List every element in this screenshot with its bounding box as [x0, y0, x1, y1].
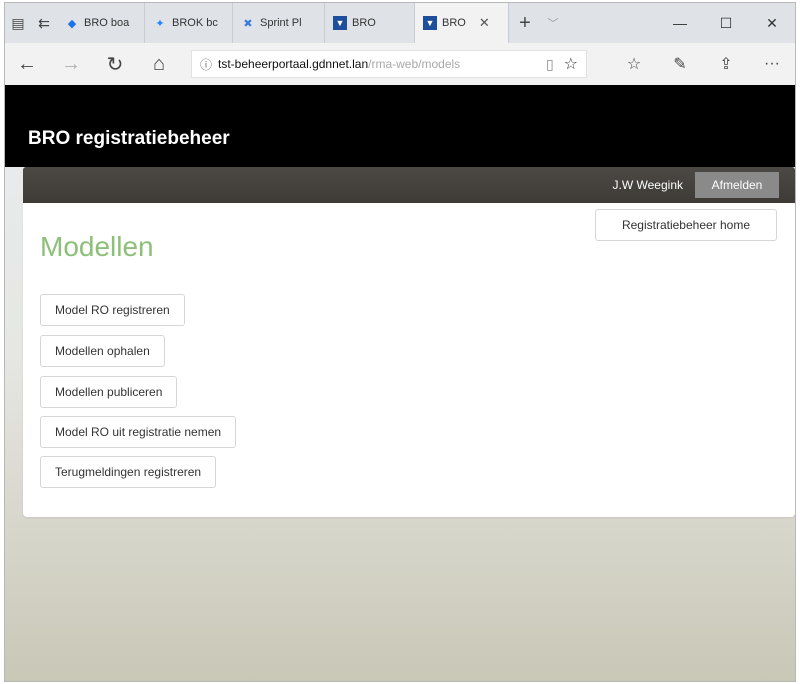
tab-bro-boa[interactable]: ◆ BRO boa: [57, 3, 145, 43]
tab-bro[interactable]: ▼ BRO: [325, 3, 415, 43]
maximize-icon[interactable]: ☐: [703, 3, 749, 43]
jira-icon: ✦: [155, 17, 165, 30]
more-options-icon[interactable]: ···: [749, 43, 795, 85]
favorites-hub-icon[interactable]: ☆: [611, 43, 657, 85]
page-viewport: BRO registratiebeheer J.W Weegink Afmeld…: [5, 85, 795, 681]
registratiebeheer-home-button[interactable]: Registratiebeheer home: [595, 209, 777, 241]
tab-label: Sprint Pl: [260, 17, 302, 29]
close-window-icon[interactable]: ✕: [749, 3, 795, 43]
address-bar[interactable]: ⓘ tst-beheerportaal.gdnnet.lan /rma-web/…: [191, 50, 587, 78]
info-icon[interactable]: ⓘ: [200, 56, 212, 73]
favorite-star-icon[interactable]: ☆: [564, 54, 578, 74]
model-ro-uit-registratie-button[interactable]: Model RO uit registratie nemen: [40, 416, 237, 448]
content-panel: Registratiebeheer home Modellen Model RO…: [23, 203, 795, 517]
blue-diamond-icon: ◆: [67, 17, 77, 30]
bro-site-icon: ▼: [423, 16, 437, 30]
tab-label: BROK bc: [172, 17, 218, 29]
navigation-bar: ← → ↻ ⌂ ⓘ tst-beheerportaal.gdnnet.lan /…: [5, 43, 795, 85]
tab-label: BRO boa: [84, 17, 130, 29]
tab-label: BRO: [442, 17, 466, 29]
tab-brok[interactable]: ✦ BROK bc: [145, 3, 233, 43]
modellen-ophalen-button[interactable]: Modellen ophalen: [40, 335, 165, 367]
refresh-icon[interactable]: ↻: [93, 43, 137, 85]
user-name: J.W Weegink: [612, 178, 683, 192]
tab-bro-active[interactable]: ▼ BRO ✕: [415, 3, 509, 43]
tab-strip: ▤ ⇇ ◆ BRO boa ✦ BROK bc ✖ Sprint Pl ▼ BR…: [5, 3, 795, 43]
url-path: /rma-web/models: [368, 57, 461, 71]
page-title: Modellen: [40, 231, 154, 262]
new-tab-button[interactable]: +: [509, 3, 541, 43]
user-bar: J.W Weegink Afmelden: [23, 167, 795, 203]
reading-view-icon[interactable]: ▯: [546, 56, 554, 73]
bro-site-icon: ▼: [333, 16, 347, 30]
close-tab-icon[interactable]: ✕: [479, 15, 490, 31]
home-icon[interactable]: ⌂: [137, 43, 181, 85]
minimize-icon[interactable]: —: [657, 3, 703, 43]
share-icon[interactable]: ⇪: [703, 43, 749, 85]
modellen-publiceren-button[interactable]: Modellen publiceren: [40, 376, 178, 408]
set-aside-tabs-icon[interactable]: ⇇: [31, 3, 57, 43]
terugmeldingen-registreren-button[interactable]: Terugmeldingen registreren: [40, 456, 217, 488]
forward-arrow-icon[interactable]: →: [49, 43, 93, 85]
window-controls: — ☐ ✕: [657, 3, 795, 43]
site-header: BRO registratiebeheer: [5, 85, 795, 167]
browser-toolbar-right: ☆ ✎ ⇪ ···: [611, 43, 795, 85]
back-arrow-icon[interactable]: ←: [5, 43, 49, 85]
url-host: tst-beheerportaal.gdnnet.lan: [218, 57, 369, 71]
model-ro-registreren-button[interactable]: Model RO registreren: [40, 294, 185, 326]
logout-button[interactable]: Afmelden: [695, 172, 779, 198]
site-title: BRO registratiebeheer: [28, 128, 230, 149]
x-app-icon: ✖: [243, 17, 253, 30]
tab-actions-icon[interactable]: ▤: [5, 3, 31, 43]
browser-window: ▤ ⇇ ◆ BRO boa ✦ BROK bc ✖ Sprint Pl ▼ BR…: [4, 2, 796, 682]
notes-pen-icon[interactable]: ✎: [657, 43, 703, 85]
tab-sprint[interactable]: ✖ Sprint Pl: [233, 3, 325, 43]
tab-list-chevron-icon[interactable]: ﹀: [541, 3, 565, 43]
tab-label: BRO: [352, 17, 376, 29]
